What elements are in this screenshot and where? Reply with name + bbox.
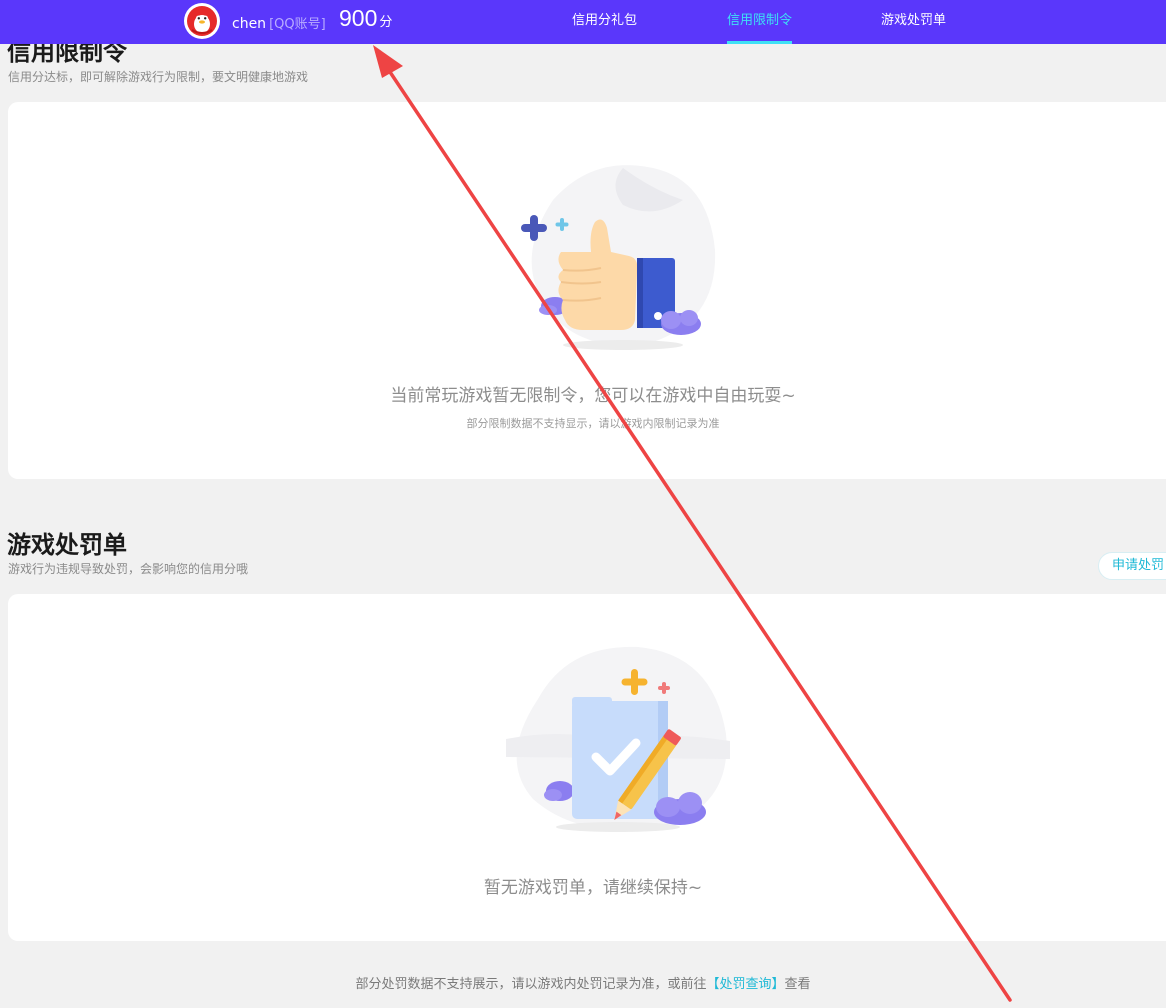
penguin-avatar-icon bbox=[185, 4, 219, 38]
penalty-empty-text: 暂无游戏罚单，请继续保持~ bbox=[483, 878, 703, 898]
thumbs-up-illustration bbox=[521, 165, 716, 350]
score-value: 900 bbox=[339, 5, 378, 31]
tab-game-penalty[interactable]: 游戏处罚单 bbox=[881, 0, 946, 44]
penalty-card: 暂无游戏罚单，请继续保持~ bbox=[8, 594, 1166, 941]
restriction-note: 部分限制数据不支持显示，请以游戏内限制记录为准 bbox=[466, 417, 720, 430]
user-info: chen [QQ账号] bbox=[232, 13, 326, 32]
penalty-query-link[interactable]: 【处罚查询】 bbox=[706, 977, 784, 992]
footer-note-text: 部分处罚数据不支持展示，请以游戏内处罚记录为准，或前往 bbox=[355, 977, 707, 992]
restriction-card: 当前常玩游戏暂无限制令，您可以在游戏中自由玩耍~ 部分限制数据不支持显示，请以游… bbox=[8, 102, 1166, 479]
tab-credit-gift[interactable]: 信用分礼包 bbox=[572, 0, 637, 44]
score-unit: 分 bbox=[379, 15, 393, 30]
credit-score: 900 分 bbox=[339, 5, 392, 32]
avatar[interactable] bbox=[184, 3, 220, 39]
username: chen bbox=[232, 16, 267, 32]
tab-credit-restriction[interactable]: 信用限制令 bbox=[727, 0, 793, 44]
footer-note-suffix: 查看 bbox=[784, 977, 811, 992]
footer-note: 部分处罚数据不支持展示，请以游戏内处罚记录为准，或前往【处罚查询】查看 bbox=[0, 973, 1166, 992]
penalty-section-title: 游戏处罚单 bbox=[7, 531, 127, 559]
checklist-pencil-illustration bbox=[506, 646, 730, 832]
restriction-empty-text: 当前常玩游戏暂无限制令，您可以在游戏中自由玩耍~ bbox=[390, 386, 796, 406]
top-nav-bar: chen [QQ账号] 900 分 信用分礼包 信用限制令 游戏处罚单 bbox=[0, 0, 1166, 44]
account-type: [QQ账号] bbox=[269, 17, 326, 32]
apply-appeal-button[interactable]: 申请处罚 bbox=[1098, 552, 1166, 580]
penalty-section-desc: 游戏行为违规导致处罚，会影响您的信用分哦 bbox=[8, 562, 249, 576]
restriction-section-desc: 信用分达标，即可解除游戏行为限制，要文明健康地游戏 bbox=[8, 70, 309, 84]
